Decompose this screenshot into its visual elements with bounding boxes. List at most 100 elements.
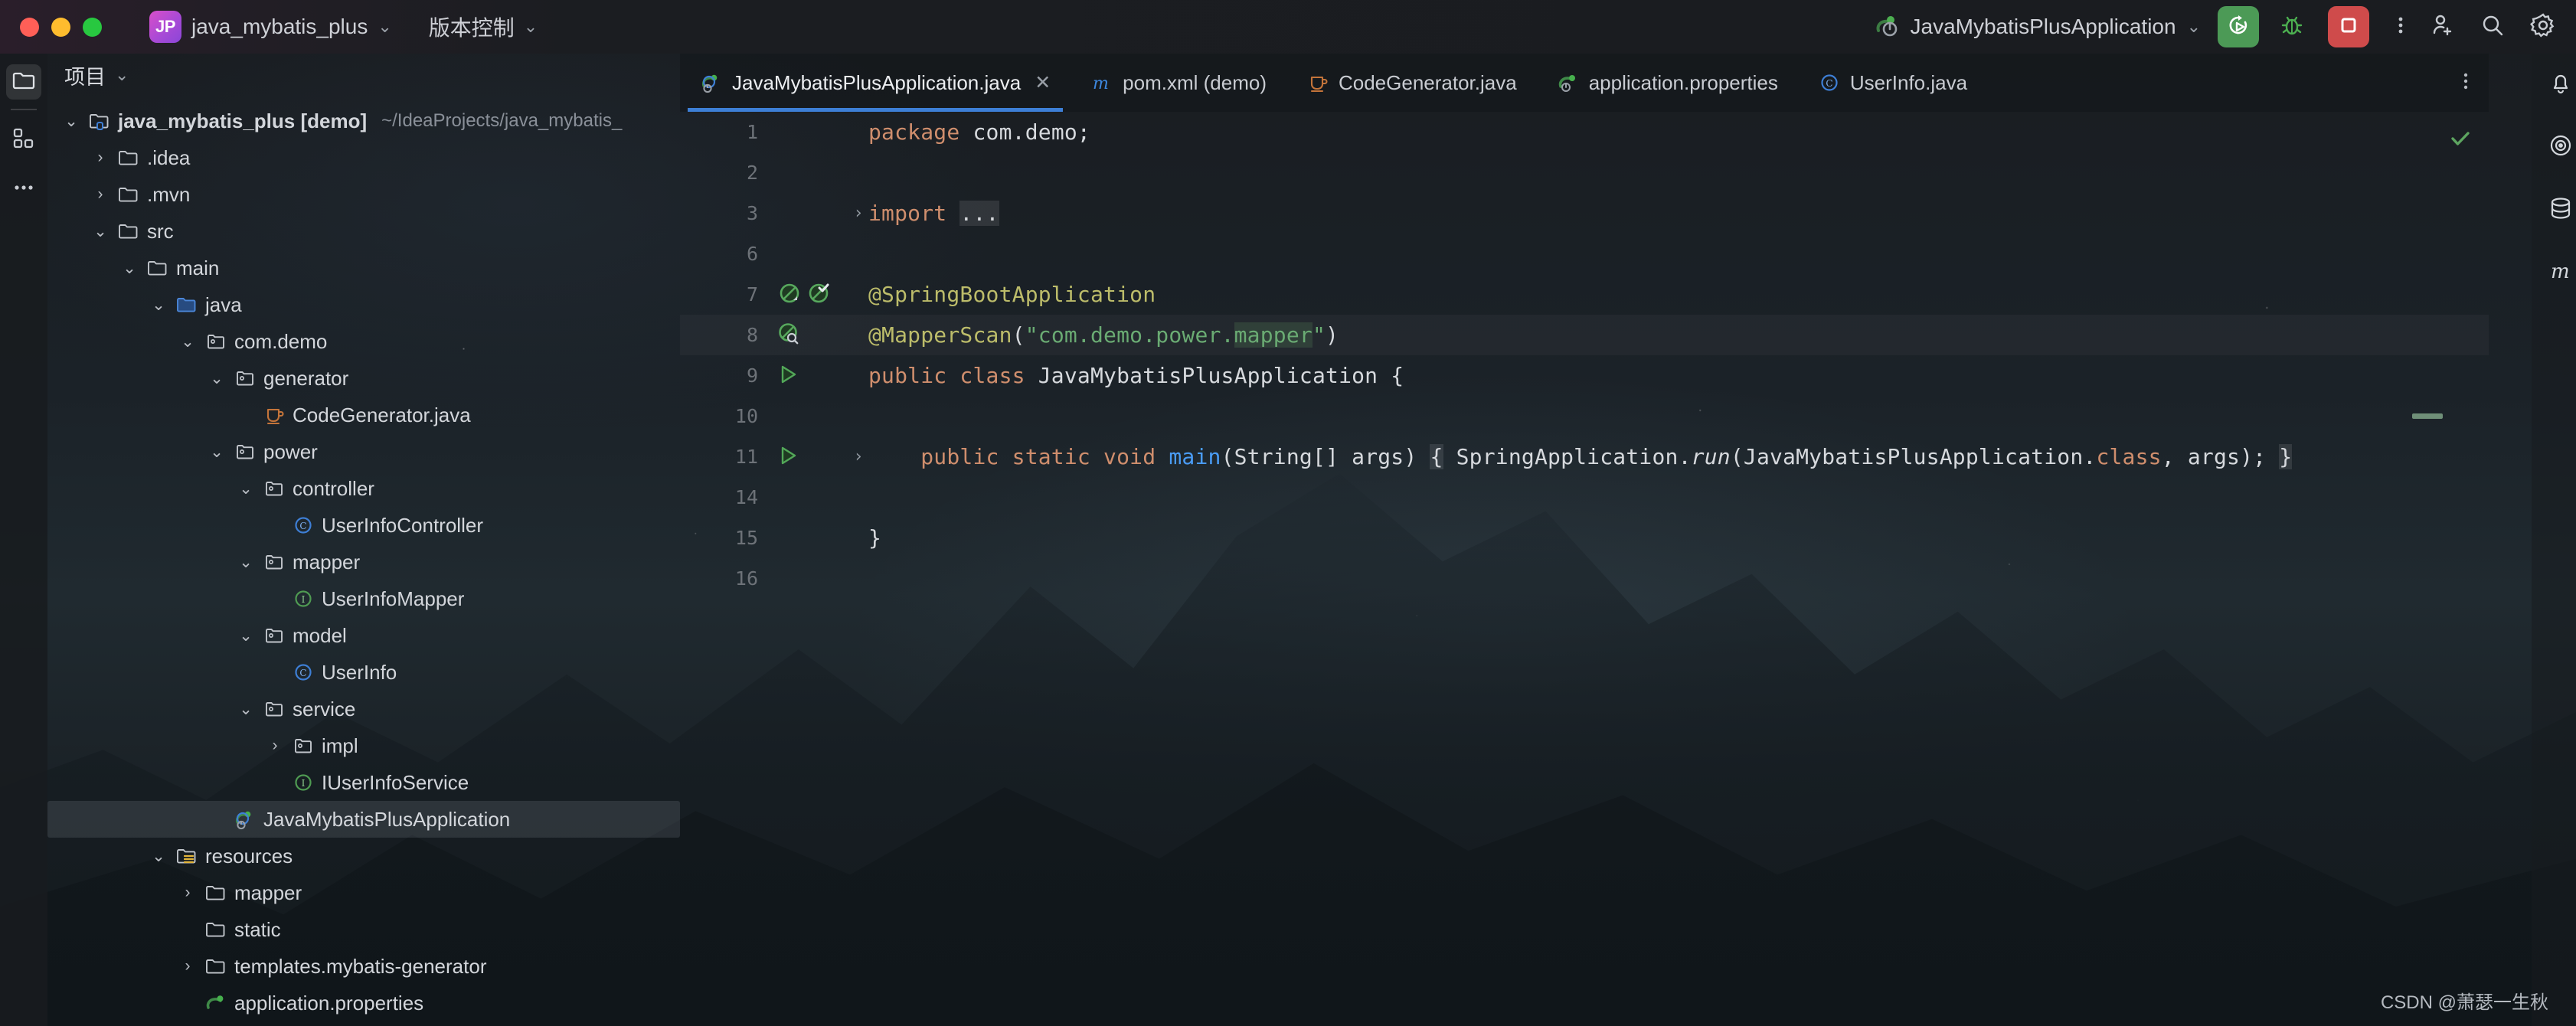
tree-node[interactable]: ›application.properties (47, 985, 680, 1021)
tree-node[interactable]: ›static (47, 911, 680, 948)
chevron-down-icon[interactable]: ⌄ (236, 626, 256, 645)
tree-node[interactable]: ⌄ mapper (47, 544, 680, 580)
tree-node[interactable]: ⌄ java_mybatis_plus [demo] ~/IdeaProjects/… (47, 103, 680, 139)
project-selector[interactable]: JP java_mybatis_plus ⌄ (149, 11, 392, 43)
code-line[interactable]: 3 › import ... (680, 193, 2489, 234)
chevron-down-icon[interactable]: ⌄ (149, 296, 168, 315)
tree-node[interactable]: › templates.mybatis-generator (47, 948, 680, 985)
tree-node-label: generator (263, 366, 349, 390)
sidebar-item-notifications[interactable] (2532, 66, 2576, 103)
tree-node[interactable]: ⌄ service (47, 691, 680, 727)
code-line[interactable]: 9 public class JavaMybatisPlusApplication… (680, 355, 2489, 396)
editor-tab[interactable]: m pom.xml (demo) (1071, 54, 1286, 112)
code-editor[interactable]: 1 package com.demo; 2 3 › import ... 6 7 @Spring… (680, 112, 2489, 1026)
sidebar-item-commit[interactable] (6, 123, 41, 158)
editor-tab-bar[interactable]: JavaMybatisPlusApplication.java ✕ m pom.xml… (680, 54, 2489, 112)
close-tab-icon[interactable]: ✕ (1035, 71, 1051, 94)
code-fold-toggle-icon[interactable]: › (848, 204, 868, 223)
tree-node[interactable]: ⌄ model (47, 617, 680, 654)
code-line[interactable]: 2 (680, 152, 2489, 193)
close-window-button[interactable] (20, 17, 39, 37)
sidebar-item-more[interactable] (6, 172, 41, 207)
editor-tab[interactable]: JavaMybatisPlusApplication.java ✕ (680, 54, 1071, 112)
tree-node[interactable]: ›IUserInfoMapper (47, 580, 680, 617)
editor-gutter[interactable] (772, 444, 848, 470)
chevron-down-icon[interactable]: ⌄ (178, 332, 198, 351)
project-panel-header[interactable]: 项目 ⌄ (47, 54, 680, 96)
minimize-window-button[interactable] (51, 17, 70, 37)
chevron-down-icon[interactable]: ⌄ (149, 847, 168, 866)
tree-node[interactable]: ›CUserInfoController (47, 507, 680, 544)
chevron-down-icon[interactable]: ⌄ (119, 259, 139, 278)
editor-gutter[interactable] (772, 321, 848, 350)
chevron-right-icon[interactable]: › (90, 185, 110, 204)
code-line[interactable]: 8 @MapperScan("com.demo.power.mapper") (680, 315, 2489, 355)
titlebar-more-button[interactable] (2380, 6, 2421, 47)
tree-node[interactable]: › impl (47, 727, 680, 764)
sidebar-item-project[interactable] (6, 64, 41, 100)
stop-button[interactable] (2328, 6, 2369, 47)
code-line[interactable]: 7 @SpringBootApplication (680, 274, 2489, 315)
run-gutter-icon[interactable] (776, 444, 799, 470)
chevron-down-icon[interactable]: ⌄ (207, 443, 227, 462)
tree-node[interactable]: ⌄ java (47, 286, 680, 323)
code-line[interactable]: 15} (680, 518, 2489, 558)
tree-node[interactable]: › .idea (47, 139, 680, 176)
tree-node[interactable]: ›CUserInfo (47, 654, 680, 691)
project-tree[interactable]: ⌄ java_mybatis_plus [demo] ~/IdeaProjects/… (47, 103, 680, 1026)
version-control-menu[interactable]: 版本控制 ⌄ (429, 11, 538, 42)
chevron-down-icon[interactable]: ⌄ (236, 553, 256, 572)
tree-node[interactable]: ⌄ power (47, 433, 680, 470)
tree-node[interactable]: ⌄ main (47, 250, 680, 286)
chevron-down-icon[interactable]: ⌄ (90, 222, 110, 241)
chevron-right-icon[interactable]: › (90, 149, 110, 167)
tree-node[interactable]: ⌄ generator (47, 360, 680, 397)
run-button[interactable] (2218, 6, 2259, 47)
debug-button[interactable] (2271, 6, 2313, 47)
tree-node[interactable]: ⌄ resources (47, 838, 680, 874)
sidebar-item-maven[interactable]: m (2532, 254, 2576, 291)
tree-node[interactable]: ⌄ src (47, 213, 680, 250)
chevron-right-icon[interactable]: › (265, 737, 285, 755)
code-line[interactable]: 14 (680, 477, 2489, 518)
maximize-window-button[interactable] (83, 17, 102, 37)
code-line[interactable]: 1 package com.demo; (680, 112, 2489, 152)
tree-node[interactable]: ›CodeGenerator.java (47, 397, 680, 433)
settings-button[interactable] (2522, 6, 2564, 47)
spring-bean-search-icon[interactable] (776, 321, 803, 350)
spring-bean-check-icon[interactable] (806, 280, 832, 309)
code-line[interactable]: 6 (680, 234, 2489, 274)
titlebar-right-actions (2421, 6, 2564, 47)
tree-node[interactable]: ⌄ com.demo (47, 323, 680, 360)
chevron-right-icon[interactable]: › (178, 884, 198, 902)
folder-icon (117, 220, 140, 243)
chevron-right-icon[interactable]: › (178, 957, 198, 975)
editor-gutter[interactable] (772, 280, 848, 309)
spring-bean-icon[interactable] (776, 280, 803, 309)
editor-tab[interactable]: C UserInfo.java (1798, 54, 1987, 112)
code-line[interactable]: 10 (680, 396, 2489, 436)
search-button[interactable] (2472, 6, 2513, 47)
tree-node[interactable]: ›IIUserInfoService (47, 764, 680, 801)
code-fold-toggle-icon[interactable]: › (848, 447, 868, 466)
chevron-down-icon[interactable]: ⌄ (236, 479, 256, 498)
code-line[interactable]: 11 › public static void main(String[] arg… (680, 436, 2489, 477)
run-configuration-selector[interactable]: JavaMybatisPlusApplication ⌄ (1874, 14, 2201, 40)
add-user-button[interactable] (2421, 6, 2463, 47)
editor-tab[interactable]: CodeGenerator.java (1286, 54, 1537, 112)
editor-gutter[interactable] (772, 363, 848, 389)
editor-tab[interactable]: application.properties (1537, 54, 1798, 112)
tree-node[interactable]: › mapper (47, 874, 680, 911)
scrollbar-marker[interactable] (2412, 413, 2443, 419)
tree-node[interactable]: ⌄ controller (47, 470, 680, 507)
code-line[interactable]: 16 (680, 558, 2489, 599)
chevron-down-icon[interactable]: ⌄ (236, 700, 256, 719)
chevron-down-icon[interactable]: ⌄ (61, 112, 81, 131)
sidebar-item-assistant[interactable] (2532, 129, 2576, 165)
sidebar-item-database[interactable] (2532, 191, 2576, 228)
tab-bar-more-button[interactable] (2455, 54, 2476, 112)
chevron-down-icon[interactable]: ⌄ (207, 369, 227, 388)
tree-node[interactable]: › .mvn (47, 176, 680, 213)
run-gutter-icon[interactable] (776, 363, 799, 389)
tree-node-selected[interactable]: ›JavaMybatisPlusApplication (47, 801, 680, 838)
